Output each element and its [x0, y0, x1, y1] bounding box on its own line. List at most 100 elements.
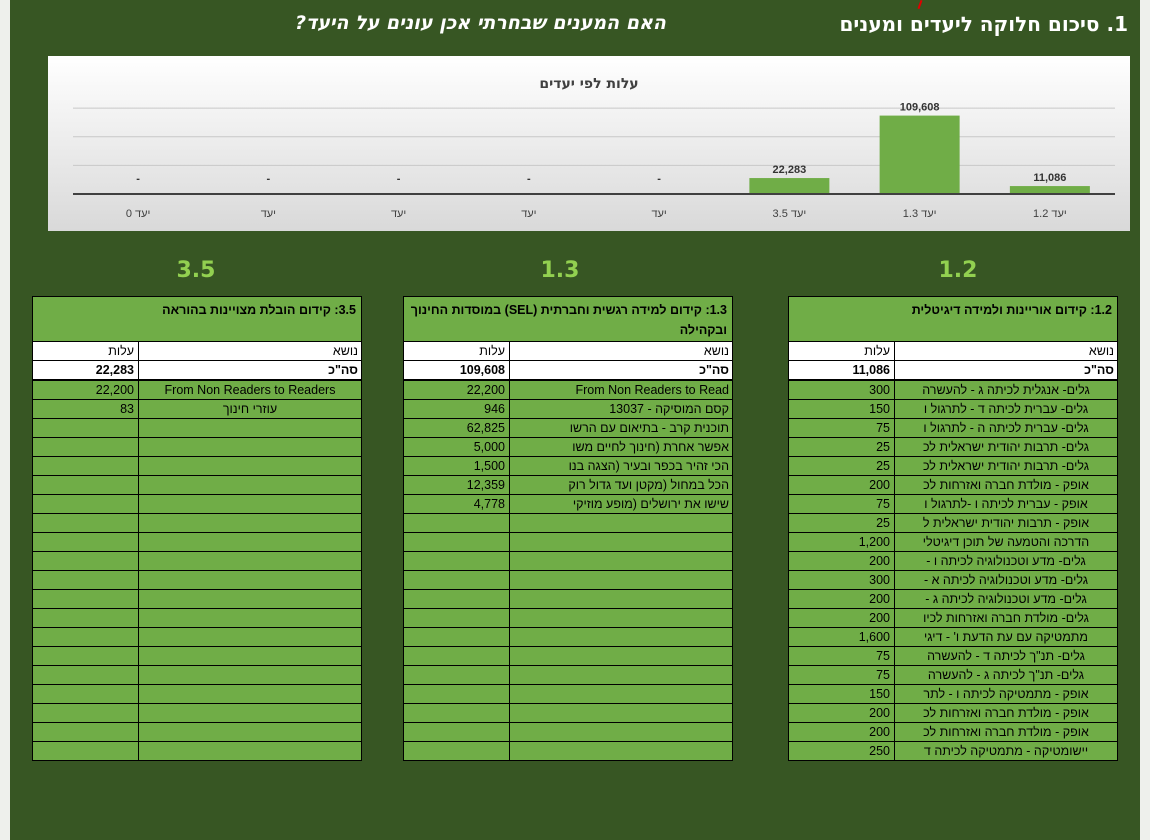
cost-cell[interactable] — [404, 742, 509, 760]
cost-cell[interactable] — [33, 704, 138, 722]
topic-cell[interactable]: אופק - מולדת חברה ואזרחות לכ — [894, 704, 1117, 722]
topic-cell[interactable]: הכל במחול (מקטן ועד גדול רוק — [509, 476, 732, 494]
cost-cell[interactable] — [33, 571, 138, 589]
topic-cell[interactable] — [138, 533, 361, 551]
cost-cell[interactable]: 200 — [789, 476, 894, 494]
topic-cell[interactable]: גלים- מדע וטכנולוגיה לכיתה ג - — [894, 590, 1117, 608]
topic-cell[interactable]: גלים- מדע וטכנולוגיה לכיתה א - — [894, 571, 1117, 589]
topic-cell[interactable] — [138, 647, 361, 665]
topic-cell[interactable] — [509, 723, 732, 741]
cost-cell[interactable]: 75 — [789, 419, 894, 437]
cost-cell[interactable]: 946 — [404, 400, 509, 418]
cost-cell[interactable] — [33, 609, 138, 627]
cost-cell[interactable]: 200 — [789, 704, 894, 722]
topic-cell[interactable] — [509, 571, 732, 589]
topic-cell[interactable]: גלים- עברית לכיתה ד - לתרגול ו — [894, 400, 1117, 418]
total-value[interactable]: 109,608 — [404, 361, 509, 379]
cost-cell[interactable]: 250 — [789, 742, 894, 760]
topic-cell[interactable] — [509, 533, 732, 551]
cost-cell[interactable]: 83 — [33, 400, 138, 418]
column-header-topic[interactable]: נושא — [894, 342, 1117, 360]
cost-cell[interactable] — [404, 723, 509, 741]
topic-cell[interactable] — [138, 552, 361, 570]
cost-cell[interactable] — [33, 723, 138, 741]
topic-cell[interactable]: קסם המוסיקה - 13037 — [509, 400, 732, 418]
topic-cell[interactable]: אופק - מולדת חברה ואזרחות לכ — [894, 723, 1117, 741]
cost-cell[interactable] — [33, 628, 138, 646]
cost-cell[interactable] — [404, 514, 509, 532]
column-header-topic[interactable]: נושא — [509, 342, 732, 360]
cost-cell[interactable] — [404, 571, 509, 589]
topic-cell[interactable] — [509, 704, 732, 722]
topic-cell[interactable]: גלים- אנגלית לכיתה ג - להעשרה — [894, 381, 1117, 399]
table-title[interactable]: 3.5: קידום הובלת מצויינות בהוראה — [32, 296, 362, 342]
cost-cell[interactable] — [33, 457, 138, 475]
cost-cell[interactable]: 1,500 — [404, 457, 509, 475]
topic-cell[interactable]: אפשר אחרת (חינוך לחיים משו — [509, 438, 732, 456]
cost-cell[interactable]: 200 — [789, 552, 894, 570]
cost-cell[interactable]: 150 — [789, 685, 894, 703]
cost-cell[interactable]: 300 — [789, 571, 894, 589]
topic-cell[interactable] — [509, 590, 732, 608]
topic-cell[interactable] — [509, 685, 732, 703]
cost-cell[interactable]: 5,000 — [404, 438, 509, 456]
topic-cell[interactable]: הכי זהיר בכפר ובעיר (הצגה בנו — [509, 457, 732, 475]
topic-cell[interactable] — [138, 590, 361, 608]
topic-cell[interactable] — [138, 723, 361, 741]
topic-cell[interactable]: גלים- מולדת חברה ואזרחות לכיו — [894, 609, 1117, 627]
cost-cell[interactable] — [33, 495, 138, 513]
cost-cell[interactable]: 22,200 — [404, 381, 509, 399]
cost-cell[interactable] — [33, 419, 138, 437]
topic-cell[interactable]: גלים- עברית לכיתה ה - לתרגול ו — [894, 419, 1117, 437]
topic-cell[interactable] — [509, 609, 732, 627]
cost-cell[interactable]: 75 — [789, 666, 894, 684]
cost-cell[interactable]: 200 — [789, 609, 894, 627]
topic-cell[interactable]: אופק - תרבות יהודית ישראלית ל — [894, 514, 1117, 532]
cost-cell[interactable] — [404, 628, 509, 646]
topic-cell[interactable] — [138, 419, 361, 437]
topic-cell[interactable] — [138, 609, 361, 627]
cost-cell[interactable] — [404, 590, 509, 608]
topic-cell[interactable] — [138, 476, 361, 494]
total-value[interactable]: 22,283 — [33, 361, 138, 379]
cost-cell[interactable] — [404, 666, 509, 684]
cost-cell[interactable] — [404, 609, 509, 627]
topic-cell[interactable]: אופק - מולדת חברה ואזרחות לכ — [894, 476, 1117, 494]
cost-cell[interactable]: 22,200 — [33, 381, 138, 399]
topic-cell[interactable] — [138, 457, 361, 475]
cost-cell[interactable]: 75 — [789, 647, 894, 665]
topic-cell[interactable]: From Non Readers to Readers — [138, 381, 361, 399]
cost-cell[interactable] — [404, 533, 509, 551]
cost-cell[interactable] — [33, 590, 138, 608]
column-header-cost[interactable]: עלות — [404, 342, 509, 360]
cost-cell[interactable] — [33, 685, 138, 703]
topic-cell[interactable] — [509, 628, 732, 646]
topic-cell[interactable]: גלים- תנ"ך לכיתה ד - להעשרה — [894, 647, 1117, 665]
cost-cell[interactable]: 25 — [789, 457, 894, 475]
topic-cell[interactable] — [138, 666, 361, 684]
topic-cell[interactable]: From Non Readers to Read — [509, 381, 732, 399]
topic-cell[interactable]: תוכנית קרב - בתיאום עם הרשו — [509, 419, 732, 437]
cost-cell[interactable] — [33, 533, 138, 551]
topic-cell[interactable] — [509, 552, 732, 570]
topic-cell[interactable] — [138, 685, 361, 703]
table-title[interactable]: 1.2: קידום אוריינות ולמידה דיגיטלית — [788, 296, 1118, 342]
total-label[interactable]: סה"כ — [138, 361, 361, 379]
cost-cell[interactable] — [33, 514, 138, 532]
cost-cell[interactable] — [33, 476, 138, 494]
cost-cell[interactable] — [33, 666, 138, 684]
cost-cell[interactable]: 1,200 — [789, 533, 894, 551]
topic-cell[interactable] — [509, 666, 732, 684]
column-header-topic[interactable]: נושא — [138, 342, 361, 360]
topic-cell[interactable]: גלים- תרבות יהודית ישראלית לכ — [894, 438, 1117, 456]
cost-cell[interactable] — [33, 552, 138, 570]
topic-cell[interactable]: גלים- תנ"ך לכיתה ג - להעשרה — [894, 666, 1117, 684]
topic-cell[interactable]: אופק - מתמטיקה לכיתה ו - לתר — [894, 685, 1117, 703]
cost-cell[interactable] — [404, 552, 509, 570]
column-header-cost[interactable]: עלות — [33, 342, 138, 360]
topic-cell[interactable] — [138, 742, 361, 760]
topic-cell[interactable]: מתמטיקה עם עת הדעת ו' - דיגי — [894, 628, 1117, 646]
cost-cell[interactable]: 200 — [789, 590, 894, 608]
topic-cell[interactable] — [138, 438, 361, 456]
topic-cell[interactable]: יישומטיקה - מתמטיקה לכיתה ד — [894, 742, 1117, 760]
